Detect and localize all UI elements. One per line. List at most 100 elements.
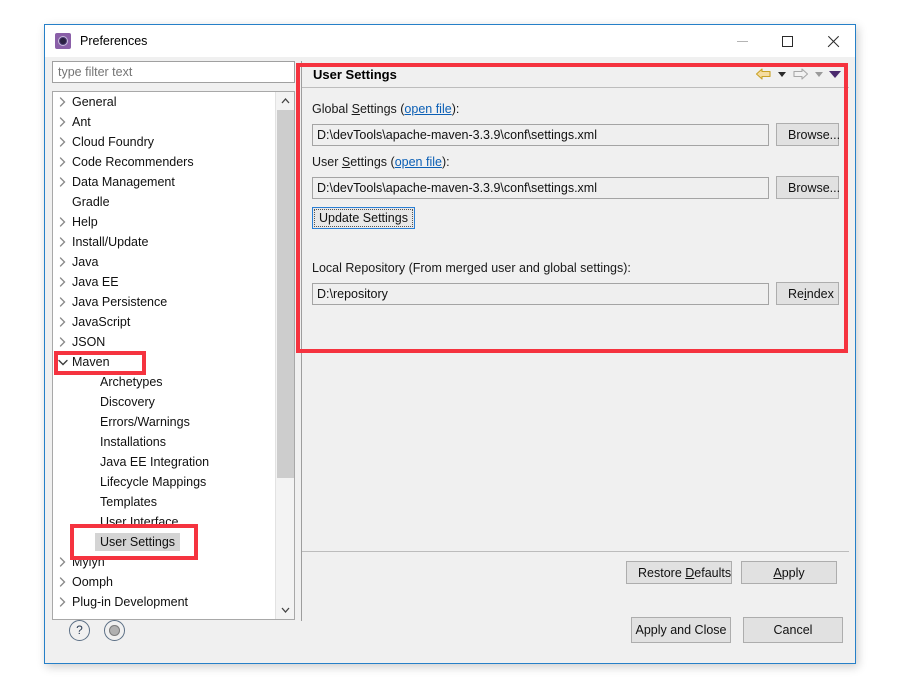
- tree-item-label: Cloud Foundry: [72, 135, 154, 149]
- tree-item-ant[interactable]: Ant: [53, 112, 275, 132]
- minimize-button[interactable]: [720, 25, 765, 57]
- tree-item-label: Oomph: [72, 575, 113, 589]
- scroll-up-icon[interactable]: [276, 92, 294, 110]
- global-settings-label-suffix: ):: [451, 102, 460, 116]
- tree-item-json[interactable]: JSON: [53, 332, 275, 352]
- tree-item-errors-warnings[interactable]: Errors/Warnings: [53, 412, 275, 432]
- apply-button[interactable]: Apply: [741, 561, 837, 584]
- chevron-right-icon[interactable]: [53, 97, 72, 107]
- global-settings-row: Browse...: [312, 123, 840, 146]
- tree-item-label: Templates: [100, 495, 157, 509]
- close-button[interactable]: [810, 25, 855, 57]
- user-settings-row: Browse...: [312, 176, 840, 199]
- user-settings-label-mnemonic: S: [341, 155, 351, 169]
- tree-item-installations[interactable]: Installations: [53, 432, 275, 452]
- tree-item-label: Lifecycle Mappings: [100, 475, 207, 489]
- user-settings-input[interactable]: [312, 176, 769, 199]
- apply-bar: Restore Defaults Apply: [302, 551, 849, 593]
- chevron-right-icon[interactable]: [53, 117, 72, 127]
- tree-item-java-persistence[interactable]: Java Persistence: [53, 292, 275, 312]
- global-settings-label-prefix: Global: [312, 102, 352, 116]
- tree-item-label: Archetypes: [100, 375, 163, 389]
- more-menu-caret-down-icon[interactable]: [829, 70, 841, 78]
- filter-input[interactable]: [52, 61, 295, 83]
- chevron-down-icon[interactable]: [53, 359, 72, 366]
- cancel-button[interactable]: Cancel: [743, 617, 843, 643]
- tree-item-templates[interactable]: Templates: [53, 492, 275, 512]
- preferences-dialog: Preferences General Ant Cloud Foundry Code …: [44, 24, 856, 664]
- tree-item-archetypes[interactable]: Archetypes: [53, 372, 275, 392]
- preference-tree-pane: General Ant Cloud Foundry Code Recommenders…: [52, 61, 295, 621]
- apply-and-close-button[interactable]: Apply and Close: [631, 617, 731, 643]
- chevron-right-icon[interactable]: [53, 177, 72, 187]
- chevron-right-icon[interactable]: [53, 237, 72, 247]
- panel-navigation: [755, 61, 841, 87]
- tree-item-label: Install/Update: [72, 235, 149, 249]
- tree-item-data-management[interactable]: Data Management: [53, 172, 275, 192]
- tree-item-general[interactable]: General: [53, 92, 275, 112]
- user-settings-label-prefix: User: [312, 155, 342, 169]
- chevron-right-icon[interactable]: [53, 217, 72, 227]
- tree-item-javascript[interactable]: JavaScript: [53, 312, 275, 332]
- tree-item-label: Java EE: [72, 275, 119, 289]
- tree-item-code-recommenders[interactable]: Code Recommenders: [53, 152, 275, 172]
- user-settings-label-rest: ettings (: [350, 155, 395, 169]
- tree-scrollbar[interactable]: [275, 92, 294, 619]
- tree-item-user-interface[interactable]: User Interface: [53, 512, 275, 532]
- tree-item-cloud-foundry[interactable]: Cloud Foundry: [53, 132, 275, 152]
- local-repository-input[interactable]: [312, 282, 769, 305]
- update-settings-button[interactable]: Update Settings: [312, 207, 415, 229]
- chevron-right-icon[interactable]: [53, 577, 72, 587]
- tree-item-oomph[interactable]: Oomph: [53, 572, 275, 592]
- tree-item-help[interactable]: Help: [53, 212, 275, 232]
- chevron-right-icon[interactable]: [53, 157, 72, 167]
- forward-menu-caret-down-icon: [815, 71, 823, 77]
- dialog-body: General Ant Cloud Foundry Code Recommenders…: [45, 57, 855, 630]
- tree-item-java-ee[interactable]: Java EE: [53, 272, 275, 292]
- apply-mnemonic: A: [773, 565, 782, 580]
- tree-item-install-update[interactable]: Install/Update: [53, 232, 275, 252]
- chevron-right-icon[interactable]: [53, 317, 72, 327]
- tree-item-label: Help: [72, 215, 98, 229]
- circle-button-icon[interactable]: [104, 619, 125, 641]
- restore-defaults-button[interactable]: Restore Defaults: [626, 561, 732, 584]
- preferences-gear-icon: [55, 33, 71, 49]
- chevron-right-icon[interactable]: [53, 337, 72, 347]
- maximize-icon: [782, 35, 793, 47]
- tree-item-label: Installations: [100, 435, 167, 449]
- global-settings-open-file-link[interactable]: open file: [404, 102, 451, 116]
- global-settings-browse-button[interactable]: Browse...: [776, 123, 840, 146]
- tree-item-mylyn[interactable]: Mylyn: [53, 552, 275, 572]
- settings-pane: User Settings Global Settings (open file…: [301, 61, 849, 621]
- reindex-button[interactable]: Reindex: [776, 282, 839, 305]
- tree-item-lifecycle-mappings[interactable]: Lifecycle Mappings: [53, 472, 275, 492]
- maximize-button[interactable]: [765, 25, 810, 57]
- tree-item-maven[interactable]: Maven: [53, 352, 275, 372]
- tree-item-gradle[interactable]: Gradle: [53, 192, 275, 212]
- chevron-right-icon[interactable]: [53, 557, 72, 567]
- local-repository-row: Reindex: [312, 282, 839, 305]
- back-arrow-icon[interactable]: [755, 67, 772, 81]
- user-settings-browse-button[interactable]: Browse...: [776, 176, 840, 199]
- tree-item-label: JSON: [72, 335, 106, 349]
- help-question-icon[interactable]: ?: [69, 619, 90, 641]
- user-settings-open-file-link[interactable]: open file: [395, 155, 442, 169]
- tree-item-java[interactable]: Java: [53, 252, 275, 272]
- chevron-right-icon[interactable]: [53, 137, 72, 147]
- tree-item-user-settings[interactable]: User Settings: [53, 532, 275, 552]
- global-settings-input[interactable]: [312, 123, 769, 146]
- restore-defaults-prefix: Restore: [638, 565, 686, 580]
- restore-defaults-rest: efaults: [694, 565, 732, 580]
- back-menu-caret-down-icon[interactable]: [778, 71, 786, 77]
- panel-content: Global Settings (open file): Browse... U…: [302, 88, 849, 593]
- forward-arrow-icon: [792, 67, 809, 81]
- preference-tree: General Ant Cloud Foundry Code Recommenders…: [52, 91, 295, 620]
- tree-item-java-ee-integration[interactable]: Java EE Integration: [53, 452, 275, 472]
- scrollbar-thumb[interactable]: [277, 110, 294, 478]
- chevron-right-icon[interactable]: [53, 277, 72, 287]
- user-settings-label-suffix: ):: [441, 155, 450, 169]
- tree-item-discovery[interactable]: Discovery: [53, 392, 275, 412]
- chevron-right-icon[interactable]: [53, 297, 72, 307]
- chevron-right-icon[interactable]: [53, 257, 72, 267]
- tree-item-label: Data Management: [72, 175, 175, 189]
